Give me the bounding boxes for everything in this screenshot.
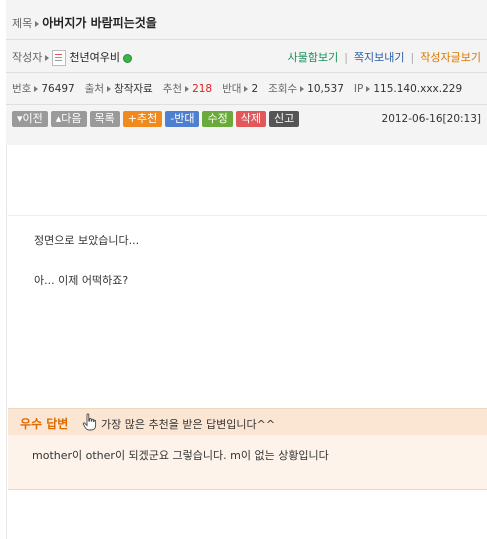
prev-button[interactable]: ▾이전: [12, 111, 48, 127]
title-row: 제목 아버지가 바람피는것을: [12, 14, 487, 31]
best-answer-text: mother이 other이 되겠군요 그렇습니다. m이 없는 상황입니다: [32, 449, 329, 462]
edit-button[interactable]: 수정: [202, 111, 233, 127]
oppose-button[interactable]: -반대: [165, 111, 200, 127]
author-links: 사물함보기 | 쪽지보내기 | 작성자글보기: [288, 49, 481, 65]
author-label: 작성자: [12, 51, 43, 64]
oppose-label: 반대: [222, 83, 242, 95]
recommend-count: 218: [192, 83, 213, 95]
number-label: 번호: [12, 83, 32, 95]
divider: [6, 72, 487, 73]
recommend-label: 추천: [162, 83, 183, 95]
profile-doc-icon[interactable]: [52, 50, 67, 66]
arrow-right-icon: [107, 85, 112, 92]
body-line: 아... 이제 어떡하죠?: [34, 274, 129, 287]
arrow-right-icon: [35, 20, 40, 27]
best-answer-description: 가장 많은 추천을 받은 답변입니다^^: [101, 418, 276, 431]
views-label: 조회수: [268, 83, 298, 95]
post-source: 창작자료: [114, 83, 153, 95]
list-button[interactable]: 목록: [89, 111, 120, 127]
best-answer-header: 우수 답변 가장 많은 추천을 받은 답변입니다^^: [8, 409, 487, 435]
post-header: 제목 아버지가 바람피는것을 작성자 천년여우비 사물함보기 | 쪽지보내기 | 작성자글보…: [6, 0, 487, 145]
divider: [6, 215, 487, 216]
arrow-right-icon: [34, 85, 39, 92]
arrow-right-icon: [300, 85, 305, 92]
next-button[interactable]: ▴다음: [50, 111, 87, 127]
divider: |: [410, 51, 415, 64]
title-label: 제목: [12, 17, 33, 30]
ip-address: 115.140.xxx.229: [373, 83, 463, 95]
views-count: 10,537: [307, 83, 344, 95]
divider: [6, 39, 487, 40]
post-number: 76497: [41, 83, 75, 95]
arrow-right-icon: [185, 85, 190, 92]
hand-pointer-icon: [82, 413, 97, 431]
delete-button[interactable]: 삭제: [235, 111, 266, 127]
author-posts-link[interactable]: 작성자글보기: [420, 51, 481, 64]
divider: [6, 145, 7, 539]
body-line: 정면으로 보았습니다...: [34, 234, 140, 247]
arrow-right-icon: [366, 85, 371, 92]
source-label: 출처: [84, 83, 105, 95]
post-datetime: 2012-06-16[20:13]: [381, 113, 481, 125]
report-button[interactable]: 신고: [268, 111, 300, 127]
locker-link[interactable]: 사물함보기: [288, 51, 339, 64]
ip-label: IP: [353, 83, 364, 95]
arrow-right-icon: [244, 85, 249, 92]
post-title: 아버지가 바람피는것을: [42, 16, 157, 30]
divider: |: [344, 51, 348, 64]
oppose-count: 2: [251, 83, 259, 95]
author-name[interactable]: 천년여우비: [69, 51, 120, 64]
recommend-button[interactable]: +추천: [122, 111, 163, 127]
divider: [6, 104, 487, 105]
meta-row: 번호 76497 출처 창작자료 추천 218 반대 2 조회수 10,537 IP 115…: [12, 81, 487, 96]
online-status-icon: [122, 53, 132, 63]
send-message-link[interactable]: 쪽지보내기: [354, 51, 405, 64]
best-answer: 우수 답변 가장 많은 추천을 받은 답변입니다^^ mother이 other…: [8, 408, 487, 490]
best-answer-label: 우수 답변: [20, 417, 69, 431]
post-view: 제목 아버지가 바람피는것을 작성자 천년여우비 사물함보기 | 쪽지보내기 | 작성자글보…: [6, 0, 487, 539]
arrow-right-icon: [45, 54, 50, 61]
